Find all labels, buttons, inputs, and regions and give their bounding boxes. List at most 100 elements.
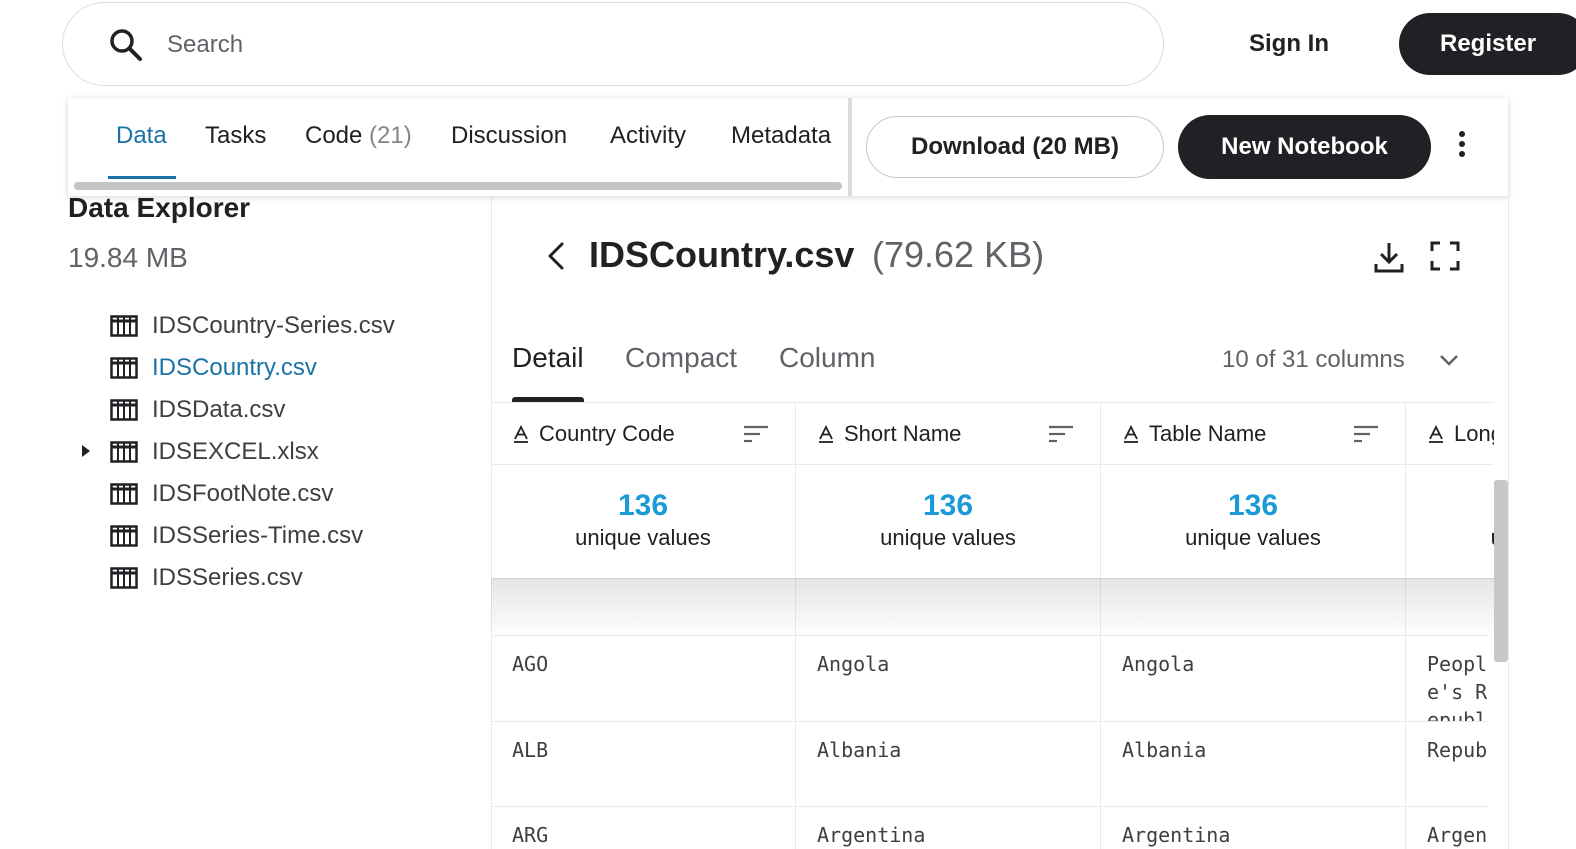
column-name: Long Name (1454, 421, 1494, 446)
file-item[interactable]: IDSSeries.csv (110, 560, 303, 596)
file-name: IDSEXCEL.xlsx (152, 438, 319, 465)
column-header[interactable]: Long Name (1406, 403, 1494, 465)
file-item[interactable]: IDSData.csv (110, 392, 285, 428)
register-button[interactable]: Register (1399, 13, 1576, 75)
tab-data[interactable]: Data (116, 122, 167, 150)
table-cell: Argentina (1101, 806, 1405, 849)
table-column: Short Name 136 unique values Angola Alba… (796, 403, 1101, 849)
download-icon[interactable] (1372, 240, 1406, 274)
file-name: IDSCountry.csv (152, 354, 317, 381)
column-summary: 136 unique values (1406, 465, 1494, 579)
unique-count: 136 (1406, 489, 1494, 523)
view-tab-column[interactable]: Column (779, 342, 875, 374)
new-notebook-button[interactable]: New Notebook (1178, 115, 1431, 179)
tab-activity[interactable]: Activity (610, 122, 686, 150)
table-cell: Argentine Republic (1406, 806, 1488, 849)
search-input[interactable] (167, 25, 1067, 65)
sort-icon[interactable] (743, 425, 769, 443)
table-cell: ARG (491, 806, 795, 849)
column-name: Table Name (1149, 421, 1267, 446)
tabs-scrollbar[interactable] (74, 182, 842, 190)
file-name: IDSSeries-Time.csv (152, 522, 364, 549)
table-column: Country Code 136 unique values AGO ALB A… (491, 403, 796, 849)
table-column: Long Name 136 unique values People's Rep… (1406, 403, 1494, 849)
sort-icon[interactable] (1353, 425, 1379, 443)
file-name: IDSFootNote.csv (152, 480, 334, 507)
file-item[interactable]: IDSFootNote.csv (110, 476, 333, 512)
sign-in-link[interactable]: Sign In (1230, 24, 1348, 64)
string-type-icon (1429, 425, 1443, 443)
tabbar-divider (848, 98, 852, 196)
column-summary: 136 unique values (796, 465, 1100, 579)
file-name: IDSCountry-Series.csv (152, 312, 395, 339)
file-name: IDSSeries.csv (152, 564, 303, 591)
string-type-icon (819, 425, 833, 443)
search-bar[interactable] (62, 2, 1164, 86)
string-type-icon (514, 425, 528, 443)
column-header[interactable]: Country Code (491, 403, 795, 465)
table-icon (110, 399, 138, 421)
unique-label: unique values (880, 525, 1016, 550)
table-cell: People's Republic of Angola (1406, 635, 1488, 721)
column-header[interactable]: Table Name (1101, 403, 1405, 465)
string-type-icon (1124, 425, 1138, 443)
expand-arrow-icon[interactable] (80, 444, 92, 458)
table-cell: ALB (491, 721, 795, 806)
view-tab-detail[interactable]: Detail (512, 342, 584, 374)
table-icon (110, 567, 138, 589)
table-icon (110, 441, 138, 463)
file-item[interactable]: IDSCountry-Series.csv (110, 308, 395, 344)
fullscreen-icon[interactable] (1430, 241, 1460, 271)
data-explorer-size: 19.84 MB (68, 242, 188, 273)
table-cell: AGO (491, 635, 795, 721)
file-item[interactable]: IDSSeries-Time.csv (110, 518, 363, 554)
sort-icon[interactable] (1048, 425, 1074, 443)
table-icon (110, 483, 138, 505)
unique-count: 136 (617, 489, 669, 522)
column-summary: 136 unique values (491, 465, 795, 579)
table-icon (110, 315, 138, 337)
unique-count: 136 (1227, 489, 1279, 522)
file-title: IDSCountry.csv (589, 234, 855, 275)
more-vert-icon[interactable] (1446, 126, 1478, 162)
column-name: Short Name (844, 421, 962, 446)
data-explorer-title: Data Explorer (68, 192, 251, 223)
table-column: Table Name 136 unique values Angola Alba… (1101, 403, 1406, 849)
table-cell: Albania (1101, 721, 1405, 806)
chevron-down-icon[interactable] (1438, 352, 1460, 368)
tab-code-count: (21) (369, 122, 412, 149)
unique-label: unique values (575, 525, 711, 550)
unique-label: unique values (1406, 525, 1494, 551)
data-grid: Country Code 136 unique values AGO ALB A… (491, 402, 1494, 849)
file-name: IDSData.csv (152, 396, 286, 423)
view-tab-compact[interactable]: Compact (625, 342, 737, 374)
table-cell: Albania (796, 721, 1100, 806)
column-summary: 136 unique values (1101, 465, 1405, 579)
table-cell: Argentina (796, 806, 1100, 849)
file-size: (79.62 KB) (872, 234, 1045, 275)
column-header[interactable]: Short Name (796, 403, 1100, 465)
tab-metadata[interactable]: Metadata (731, 122, 831, 150)
table-icon (110, 525, 138, 547)
column-name: Country Code (539, 421, 675, 446)
unique-count: 136 (922, 489, 974, 522)
active-tab-indicator (108, 176, 176, 179)
dataset-tabbar: Data Tasks Code (21) Discussion Activity… (68, 98, 1508, 196)
tab-code[interactable]: Code (21) (305, 122, 412, 150)
columns-selector[interactable]: 10 of 31 columns (1222, 346, 1405, 374)
back-arrow-icon[interactable] (544, 238, 568, 274)
unique-label: unique values (1185, 525, 1321, 550)
summary-divider (491, 578, 1494, 579)
dataset-tabs: Data Tasks Code (21) Discussion Activity… (68, 98, 850, 196)
grid-scrollbar[interactable] (1494, 480, 1508, 662)
tab-discussion[interactable]: Discussion (451, 122, 567, 150)
download-button[interactable]: Download (20 MB) (866, 116, 1164, 178)
table-cell: Angola (1101, 635, 1405, 721)
table-icon (110, 357, 138, 379)
search-icon (110, 29, 142, 61)
file-item[interactable]: IDSEXCEL.xlsx (110, 434, 319, 470)
file-item-selected[interactable]: IDSCountry.csv (110, 350, 317, 386)
table-cell: Angola (796, 635, 1100, 721)
tab-code-label: Code (305, 122, 363, 149)
tab-tasks[interactable]: Tasks (205, 122, 266, 150)
